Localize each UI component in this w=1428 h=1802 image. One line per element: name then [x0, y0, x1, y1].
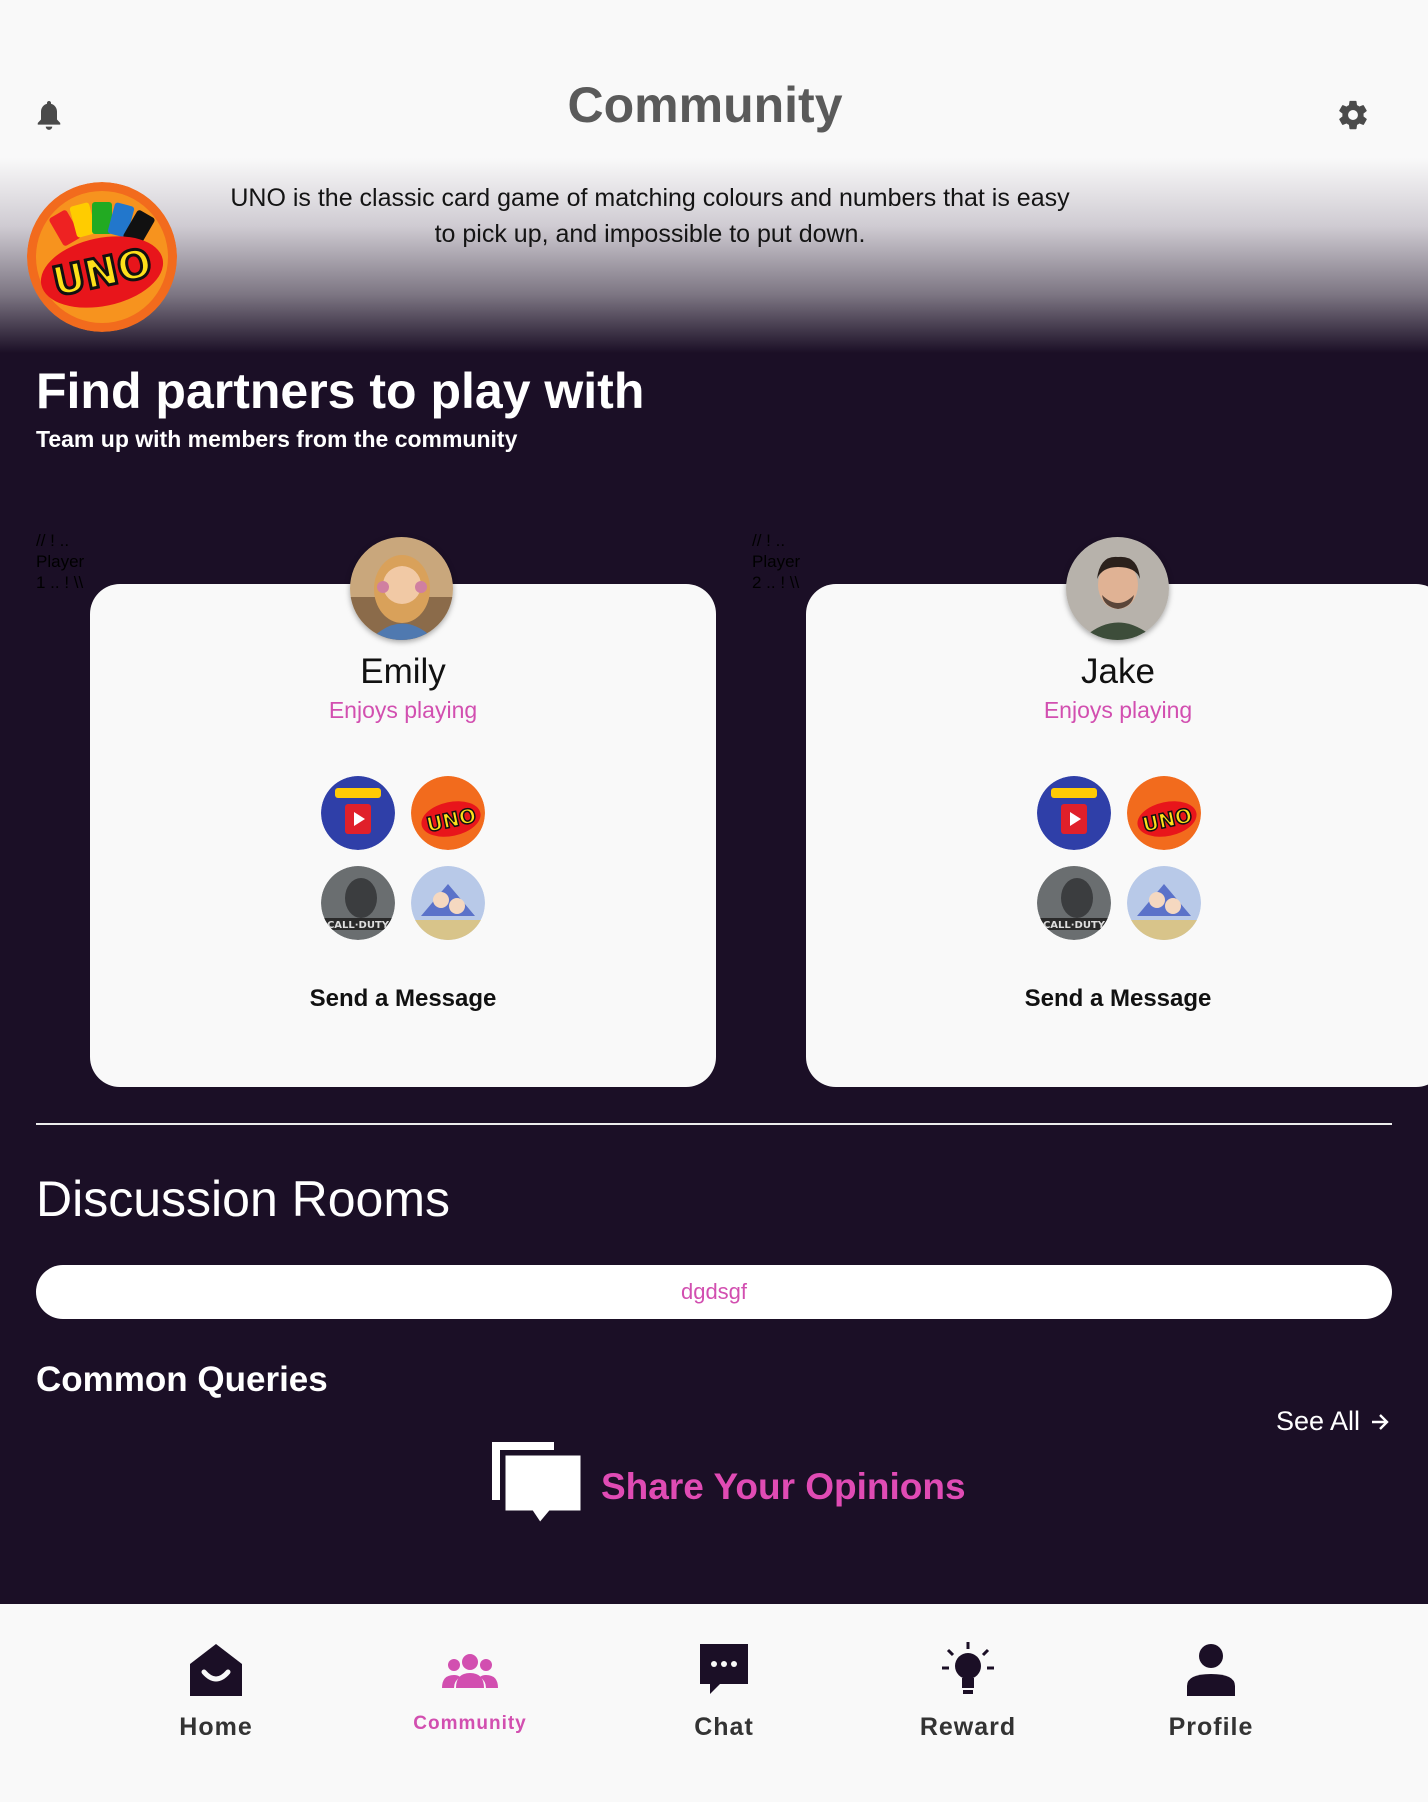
section-divider: [36, 1123, 1392, 1125]
share-opinions-link[interactable]: Share Your Opinions: [601, 1466, 966, 1508]
uno-game-icon[interactable]: UNO: [411, 776, 485, 850]
nav-label-home: Home: [179, 1713, 253, 1741]
pokemon-tcg-game-icon[interactable]: [321, 776, 395, 850]
nav-item-home[interactable]: Home: [136, 1640, 296, 1742]
nav-label-chat: Chat: [694, 1713, 754, 1741]
player-2-comment: // ! .. Player 2 .. ! \\: [752, 531, 801, 592]
avatar: [350, 537, 453, 640]
home-icon: [190, 1644, 242, 1696]
common-queries-title: Common Queries: [36, 1360, 328, 1399]
arrow-right-icon: [1372, 1413, 1389, 1430]
chat-bubbles-icon[interactable]: [490, 1440, 586, 1532]
avatar: [1066, 537, 1169, 640]
send-message-button[interactable]: Send a Message: [253, 985, 553, 1013]
chat-icon: [700, 1644, 748, 1694]
community-icon: [442, 1654, 498, 1688]
discussion-room-pill[interactable]: dgdsgf: [36, 1265, 1392, 1319]
bottom-nav: Home Community Chat Reward Profile: [0, 1604, 1428, 1802]
app-header: Community: [0, 0, 1428, 160]
nav-item-profile[interactable]: Profile: [1131, 1640, 1291, 1742]
see-all-label: See All: [1276, 1406, 1361, 1436]
uno-logo: UNO: [27, 182, 177, 332]
nav-item-reward[interactable]: Reward: [888, 1640, 1048, 1742]
page-title: Community: [567, 77, 843, 133]
partners-title: Find partners to play with: [36, 363, 645, 419]
nav-label-reward: Reward: [919, 1713, 1017, 1741]
svg-text:CALL·DUTY: CALL·DUTY: [1043, 920, 1106, 931]
enjoys-playing-label: Enjoys playing: [328, 697, 478, 723]
gear-icon[interactable]: [1336, 98, 1370, 132]
call-of-duty-game-icon[interactable]: CALL·DUTY: [1037, 866, 1111, 940]
player-name: Emily: [360, 652, 446, 691]
discussion-rooms-title: Discussion Rooms: [36, 1171, 451, 1227]
player-1-comment: // ! .. Player 1 .. ! \\: [36, 531, 85, 592]
player-name: Jake: [1081, 652, 1155, 691]
uno-game-icon[interactable]: UNO: [1127, 776, 1201, 850]
nav-item-community[interactable]: Community: [390, 1640, 550, 1735]
nav-label-profile: Profile: [1168, 1713, 1254, 1741]
discussion-room-label: dgdsgf: [680, 1279, 748, 1304]
svg-text:CALL·DUTY: CALL·DUTY: [327, 920, 390, 931]
nav-label-community: Community: [413, 1713, 527, 1734]
pokemon-tcg-game-icon[interactable]: [1037, 776, 1111, 850]
call-of-duty-game-icon[interactable]: CALL·DUTY: [321, 866, 395, 940]
send-message-button[interactable]: Send a Message: [968, 985, 1268, 1013]
profile-icon: [1187, 1644, 1235, 1696]
anime-game-icon[interactable]: [411, 866, 485, 940]
see-all-link[interactable]: See All: [1276, 1406, 1392, 1437]
anime-game-icon[interactable]: [1127, 866, 1201, 940]
game-description: UNO is the classic card game of matching…: [230, 184, 1070, 248]
enjoys-playing-label: Enjoys playing: [1043, 697, 1193, 723]
nav-item-chat[interactable]: Chat: [644, 1640, 804, 1742]
partners-subtitle: Team up with members from the community: [36, 426, 518, 452]
reward-icon: [942, 1642, 994, 1694]
